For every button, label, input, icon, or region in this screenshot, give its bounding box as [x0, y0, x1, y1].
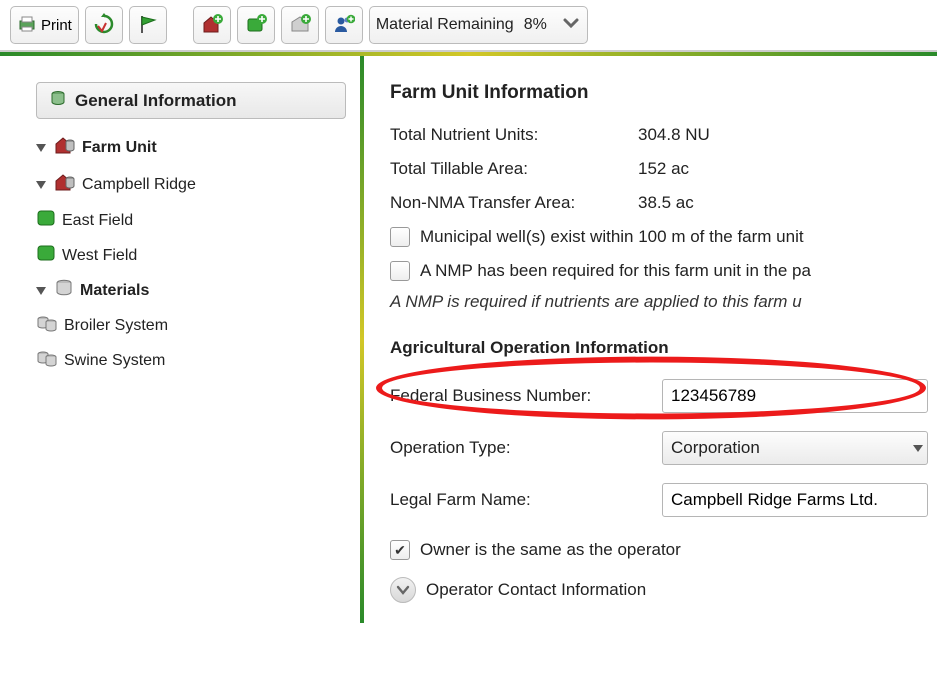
- main-content: Farm Unit Information Total Nutrient Uni…: [362, 56, 937, 623]
- row-federal-business-number: Federal Business Number:: [390, 370, 937, 422]
- people-add-icon: [333, 13, 355, 38]
- tree-label: Materials: [80, 282, 149, 300]
- legal-farm-name-input[interactable]: [662, 483, 928, 517]
- add-farm-button[interactable]: [193, 6, 231, 44]
- label: Federal Business Number:: [390, 386, 662, 406]
- expand-button[interactable]: [390, 577, 416, 603]
- cylinder-icon: [49, 89, 67, 112]
- tree-node-farm-unit[interactable]: Farm Unit: [36, 129, 346, 166]
- panel-header-general-info[interactable]: General Information: [36, 82, 346, 119]
- print-button[interactable]: Print: [10, 6, 79, 44]
- row-legal-farm-name: Legal Farm Name:: [390, 474, 937, 526]
- tree-node-farm-0[interactable]: Campbell Ridge: [36, 166, 346, 203]
- tree-node-material-1[interactable]: Swine System: [36, 343, 346, 378]
- material-icon: [36, 313, 58, 338]
- tree-label: Swine System: [64, 352, 165, 370]
- flag-icon: [137, 13, 159, 38]
- tree-label: Campbell Ridge: [82, 176, 196, 194]
- row-operation-type: Operation Type: Corporation: [390, 422, 937, 474]
- tree-node-material-0[interactable]: Broiler System: [36, 308, 346, 343]
- material-icon: [36, 348, 58, 373]
- add-storage-button[interactable]: [281, 6, 319, 44]
- tree-label: East Field: [62, 212, 133, 230]
- tree-node-field-0[interactable]: East Field: [36, 203, 346, 238]
- row-tillable-area: Total Tillable Area: 152 ac: [390, 152, 937, 186]
- print-icon: [17, 14, 37, 37]
- add-contact-button[interactable]: [325, 6, 363, 44]
- label: Non-NMA Transfer Area:: [390, 193, 638, 213]
- add-field-button[interactable]: [237, 6, 275, 44]
- storage-add-icon: [289, 13, 311, 38]
- print-label: Print: [41, 17, 72, 34]
- cylinder-icon: [54, 278, 74, 303]
- value: 304.8 NU: [638, 125, 710, 145]
- label: Operation Type:: [390, 438, 662, 458]
- check-label: Owner is the same as the operator: [420, 540, 681, 560]
- chevron-down-icon: [561, 13, 581, 38]
- flag-button[interactable]: [129, 6, 167, 44]
- field-icon: [36, 243, 56, 268]
- label: Total Tillable Area:: [390, 159, 638, 179]
- federal-business-number-input[interactable]: [662, 379, 928, 413]
- farm-add-icon: [201, 13, 223, 38]
- select-value: Corporation: [671, 438, 760, 458]
- field-add-icon: [245, 13, 267, 38]
- checkbox[interactable]: [390, 227, 410, 247]
- row-nutrient-units: Total Nutrient Units: 304.8 NU: [390, 118, 937, 152]
- label: Legal Farm Name:: [390, 490, 662, 510]
- status-value: 8%: [524, 16, 547, 34]
- refresh-icon: [93, 13, 115, 38]
- check-municipal-well[interactable]: Municipal well(s) exist within 100 m of …: [390, 220, 937, 254]
- value: 152 ac: [638, 159, 689, 179]
- farm-icon: [54, 171, 76, 198]
- tree-label: Broiler System: [64, 317, 168, 335]
- section-heading-ag-op-info: Agricultural Operation Information: [390, 338, 937, 358]
- checkbox[interactable]: [390, 261, 410, 281]
- toolbar: Print Material Remaining 8%: [0, 0, 937, 52]
- collapse-icon: [36, 287, 46, 295]
- collapse-icon: [36, 144, 46, 152]
- value: 38.5 ac: [638, 193, 694, 213]
- row-transfer-area: Non-NMA Transfer Area: 38.5 ac: [390, 186, 937, 220]
- tree-label: West Field: [62, 247, 137, 265]
- row-operator-contact[interactable]: Operator Contact Information: [390, 567, 937, 603]
- farm-icon: [54, 134, 76, 161]
- check-label: Municipal well(s) exist within 100 m of …: [420, 227, 804, 247]
- expand-label: Operator Contact Information: [426, 580, 646, 600]
- checkbox[interactable]: [390, 540, 410, 560]
- collapse-icon: [36, 181, 46, 189]
- check-nmp-required[interactable]: A NMP has been required for this farm un…: [390, 254, 937, 288]
- chevron-down-icon: [396, 583, 410, 597]
- operation-type-select[interactable]: Corporation: [662, 431, 928, 465]
- panel-header-title: General Information: [75, 91, 237, 111]
- tree-label: Farm Unit: [82, 139, 157, 157]
- field-icon: [36, 208, 56, 233]
- tree-node-field-1[interactable]: West Field: [36, 238, 346, 273]
- note-nmp: A NMP is required if nutrients are appli…: [390, 288, 937, 312]
- tree-node-materials[interactable]: Materials: [36, 273, 346, 308]
- label: Total Nutrient Units:: [390, 125, 638, 145]
- check-label: A NMP has been required for this farm un…: [420, 261, 811, 281]
- section-heading-farm-unit-info: Farm Unit Information: [390, 82, 937, 104]
- check-owner-same[interactable]: Owner is the same as the operator: [390, 526, 937, 567]
- chevron-down-icon: [913, 445, 923, 452]
- status-label: Material Remaining: [376, 16, 514, 34]
- status-dropdown[interactable]: Material Remaining 8%: [369, 6, 588, 44]
- refresh-button[interactable]: [85, 6, 123, 44]
- sidebar: General Information Farm Unit Campbell R…: [0, 56, 362, 623]
